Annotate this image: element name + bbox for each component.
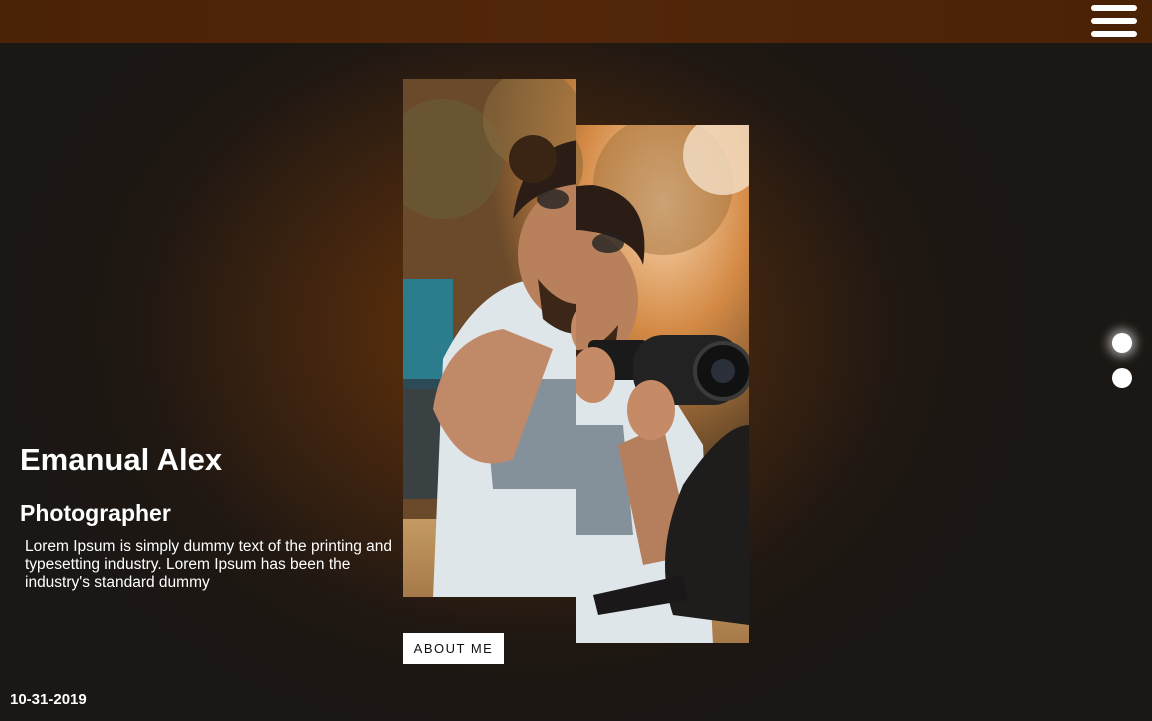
menu-line-3 <box>1091 31 1137 37</box>
slider-dot-2[interactable] <box>1112 368 1132 388</box>
profile-name: Emanual Alex <box>20 442 223 477</box>
about-me-button[interactable]: ABOUT ME <box>403 633 504 664</box>
top-bar <box>0 0 1152 43</box>
photographer-image-left <box>403 79 576 597</box>
photographer-image-right <box>576 125 749 643</box>
hamburger-menu-icon[interactable] <box>1091 5 1137 38</box>
menu-line-1 <box>1091 5 1137 11</box>
profile-role: Photographer <box>20 500 171 526</box>
footer-date: 10-31-2019 <box>10 691 87 708</box>
profile-description: Lorem Ipsum is simply dummy text of the … <box>25 538 392 591</box>
photo-slice-right <box>576 125 749 643</box>
photo-slice-left <box>403 79 576 597</box>
menu-line-2 <box>1091 18 1137 24</box>
slider-dot-1[interactable] <box>1112 333 1132 353</box>
